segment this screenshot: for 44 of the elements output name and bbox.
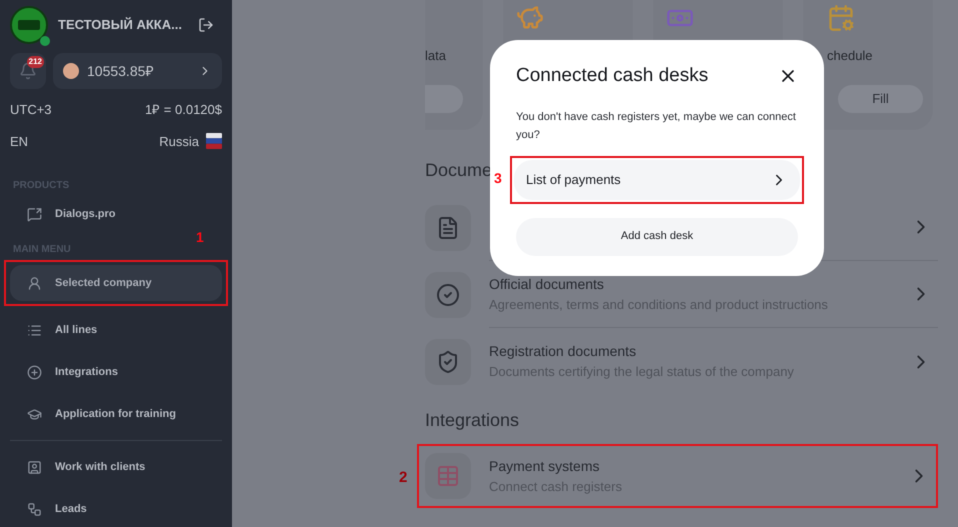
menu-item[interactable]: All lines [10,312,222,348]
timezone: UTC+3 [10,101,52,119]
add-cash-desk-button[interactable]: Add cash desk [516,218,798,256]
menu-item[interactable]: Work with clients [10,449,222,485]
document-icon [436,216,460,240]
annotation-number: 2 [399,468,408,488]
menu-item-icon [27,364,42,380]
menu-item-icon [27,206,42,222]
row-title: Official documents [489,274,605,294]
card-label: chedule [827,48,873,63]
menu-item-icon [27,502,42,516]
modal-title: Connected cash desks [516,64,708,88]
check-circle-icon [436,282,460,306]
menu-item-icon [27,406,42,422]
card-label: lata [425,48,446,63]
country[interactable]: Russia [159,132,199,151]
language[interactable]: EN [10,132,28,151]
card-button[interactable]: Fill [838,85,923,113]
menu-item[interactable]: Integrations [10,354,222,390]
section-heading: Integrations [425,409,520,432]
row-title: Registration documents [489,342,638,362]
bell-icon [19,62,37,80]
menu-item-icon [27,460,42,474]
balance-button[interactable]: 10553.85₽ [53,53,222,89]
coin-icon [63,63,79,79]
menu-item-icon [27,276,42,290]
menu-item[interactable]: Application for training [10,396,222,432]
row-title: Payment systems [489,456,600,476]
list-payments-button[interactable]: List of payments [514,160,800,200]
section-heading: Docume [425,159,492,182]
calendar-gear-icon [827,4,855,32]
flag-icon [206,133,222,150]
exchange-rate: 1₽ = 0.0120$ [144,101,222,119]
shield-check-icon [436,350,460,374]
modal-message: You don't have cash registers yet, maybe we can connect you? [516,110,797,142]
menu-item[interactable]: Leads [10,491,222,527]
notification-count: 212 [26,56,44,68]
menu-item[interactable]: Selected company [10,265,222,301]
annotation-number: 3 [494,168,502,188]
logout-icon[interactable] [198,17,214,33]
notifications-button[interactable]: 212 [10,53,46,89]
account-name: ТЕСТОВЫЙ АККА... [58,16,183,34]
menu-item-icon [27,322,42,338]
table-icon [436,464,460,488]
